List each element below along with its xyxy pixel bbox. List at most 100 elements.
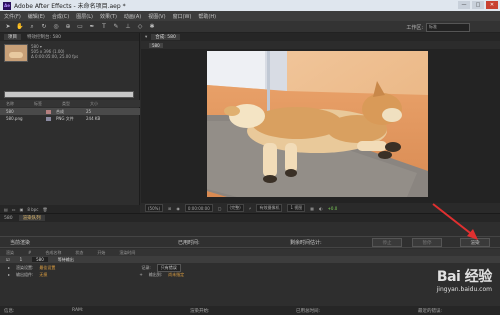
project-column-header: 名称 标签 类型 大小 — [0, 100, 140, 107]
col-size[interactable]: 大小 — [90, 101, 98, 107]
new-comp-icon[interactable]: ▣ — [20, 207, 24, 212]
output-to-value[interactable]: 尚未指定 — [168, 272, 184, 278]
output-to-label: 输出到: — [148, 271, 163, 277]
text-tool-icon[interactable]: T — [100, 23, 108, 31]
render-status-bar: 当前渲染 已用时间: 剩余时间估计: 停止 暂停 渲染 — [0, 236, 500, 248]
message-label: 信息: — [4, 308, 15, 314]
col-type[interactable]: 类型 — [62, 101, 70, 107]
reset-exposure-icon[interactable]: ◐ — [319, 206, 323, 211]
stamp-tool-icon[interactable]: ⊥ — [124, 23, 132, 31]
menu-view[interactable]: 视图(V) — [148, 13, 165, 20]
tab-render-queue[interactable]: 渲染队列 — [18, 215, 45, 221]
project-footer: ▤ ▭ ▣ 8 bpc 🗑 — [0, 205, 140, 213]
menu-effect[interactable]: 效果(T) — [100, 13, 117, 20]
menu-layer[interactable]: 图层(L) — [76, 13, 93, 20]
menu-animation[interactable]: 动画(A) — [124, 13, 141, 20]
view-layout-select[interactable]: 1 视图 — [287, 204, 306, 212]
lock-icon[interactable]: ▾ — [145, 35, 147, 40]
menu-file[interactable]: 文件(F) — [4, 13, 21, 20]
window-title: Adobe After Effects - 未命名项目.aep * — [14, 3, 126, 10]
tab-composition[interactable]: 合成: 580 — [151, 34, 180, 40]
menu-composition[interactable]: 合成(C) — [52, 13, 69, 20]
render-settings-value[interactable]: 最佳设置 — [39, 265, 55, 271]
eraser-tool-icon[interactable]: ◇ — [136, 23, 144, 31]
project-panel: 项目 特效控制台: 580 580 ▾ 505 x 396 (1.00) Δ 0… — [0, 33, 140, 213]
minimize-button[interactable]: — — [458, 1, 470, 9]
current-time-display[interactable]: 0:00:00:00 — [184, 204, 213, 212]
brush-tool-icon[interactable]: ✎ — [112, 23, 120, 31]
col-started[interactable]: 开始 — [97, 250, 105, 256]
col-render[interactable]: 渲染 — [6, 250, 14, 256]
new-folder-icon[interactable]: ▭ — [12, 207, 16, 212]
expand-arrow-icon[interactable]: ▸ — [8, 265, 10, 270]
workspace-label: 工作区: — [406, 25, 423, 31]
safe-zones-icon[interactable]: ⊞ — [168, 206, 171, 211]
tab-timeline[interactable]: 580 — [4, 216, 13, 221]
col-number[interactable]: # — [28, 250, 31, 255]
composition-footer-bar: (50%) ⊞ ◉ 0:00:00:00 ▢ (完整) ⚡ 有效摄像机 1 视图… — [141, 203, 500, 213]
camera-select[interactable]: 有效摄像机 — [256, 204, 283, 212]
fast-previews-icon[interactable]: ⚡ — [249, 206, 252, 211]
pen-tool-icon[interactable]: ✒ — [88, 23, 96, 31]
rotate-tool-icon[interactable]: ↻ — [40, 23, 48, 31]
menu-window[interactable]: 窗口(W) — [173, 13, 192, 20]
comp-sub-tab[interactable]: 580 — [149, 42, 163, 48]
menu-help[interactable]: 帮助(H) — [198, 13, 216, 20]
add-output-icon[interactable]: + — [139, 272, 142, 277]
col-status[interactable]: 状态 — [75, 250, 83, 256]
tab-project[interactable]: 项目 — [4, 34, 21, 40]
interpret-footage-icon[interactable]: ▤ — [4, 207, 8, 212]
maximize-button[interactable]: □ — [472, 1, 484, 9]
render-queue-item[interactable]: ☑ 1 580 等待输出 — [0, 256, 500, 263]
render-queue-column-header: 渲染 # 合成名称 状态 开始 渲染时间 — [0, 249, 500, 256]
col-name[interactable]: 名称 — [6, 101, 14, 107]
stop-button[interactable]: 停止 — [372, 238, 402, 247]
selection-tool-icon[interactable]: ➤ — [4, 23, 12, 31]
region-of-interest-icon[interactable]: ▢ — [218, 206, 222, 211]
bit-depth-button[interactable]: 8 bpc — [27, 207, 38, 212]
label-color-swatch — [46, 109, 51, 114]
label-color-swatch — [46, 116, 51, 121]
render-checkbox[interactable]: ☑ — [6, 257, 10, 262]
render-started-label: 渲染开始: — [190, 308, 210, 314]
puppet-tool-icon[interactable]: ✱ — [148, 23, 156, 31]
pause-button[interactable]: 暂停 — [412, 238, 442, 247]
camera-tool-icon[interactable]: ◎ — [52, 23, 60, 31]
project-item-footage[interactable]: 580.png PNG 文件 244 KB — [0, 115, 140, 122]
col-comp-name[interactable]: 合成名称 — [45, 250, 61, 256]
snapshot-icon[interactable]: ◉ — [176, 206, 180, 211]
exposure-value[interactable]: +0.0 — [328, 206, 338, 211]
zoom-tool-icon[interactable]: ⌕ — [28, 23, 36, 31]
hand-tool-icon[interactable]: ✋ — [16, 23, 24, 31]
item-size: 25 — [86, 109, 92, 114]
project-thumbnail — [4, 44, 28, 62]
resolution-select[interactable]: (完整) — [226, 204, 244, 212]
render-button[interactable]: 渲染 — [460, 238, 490, 247]
title-bar: Ae Adobe After Effects - 未命名项目.aep * — □… — [0, 0, 500, 11]
baidu-watermark: Bai 经验 jingyan.baidu.com — [436, 266, 493, 293]
col-render-time[interactable]: 渲染时间 — [119, 250, 135, 256]
tools-toolbar: ➤ ✋ ⌕ ↻ ◎ ⊕ ▭ ✒ T ✎ ⊥ ◇ ✱ 工作区: 标准 — [0, 21, 500, 33]
pan-behind-tool-icon[interactable]: ⊕ — [64, 23, 72, 31]
item-type: PNG 文件 — [56, 115, 74, 121]
project-info: 580 ▾ 505 x 396 (1.00) Δ 0:00:05:00, 25.… — [31, 44, 131, 59]
expand-arrow-icon[interactable]: ▸ — [8, 272, 10, 277]
magnification-select[interactable]: (50%) — [145, 204, 164, 212]
comp-duration: Δ 0:00:05:00, 25.00 fps — [31, 54, 79, 59]
current-render-label: 当前渲染 — [10, 239, 31, 246]
toggle-pixel-icon[interactable]: ▦ — [310, 206, 314, 211]
item-type: 合成 — [56, 108, 64, 114]
item-comp-name[interactable]: 580 — [32, 257, 48, 262]
trash-icon[interactable]: 🗑 — [42, 207, 47, 212]
tab-effect-controls[interactable]: 特效控制台: 580 — [27, 34, 61, 40]
composition-viewer-image[interactable] — [207, 51, 428, 197]
close-button[interactable]: ✕ — [486, 1, 498, 9]
output-module-value[interactable]: 无损 — [39, 272, 47, 278]
workspace-select[interactable]: 标准 — [426, 23, 470, 32]
col-label[interactable]: 标签 — [34, 101, 42, 107]
mask-tool-icon[interactable]: ▭ — [76, 23, 84, 31]
project-search-input[interactable] — [4, 91, 134, 98]
project-item-comp[interactable]: 580 合成 25 — [0, 108, 140, 115]
baidu-url: jingyan.baidu.com — [436, 286, 492, 293]
menu-edit[interactable]: 编辑(E) — [28, 13, 45, 20]
